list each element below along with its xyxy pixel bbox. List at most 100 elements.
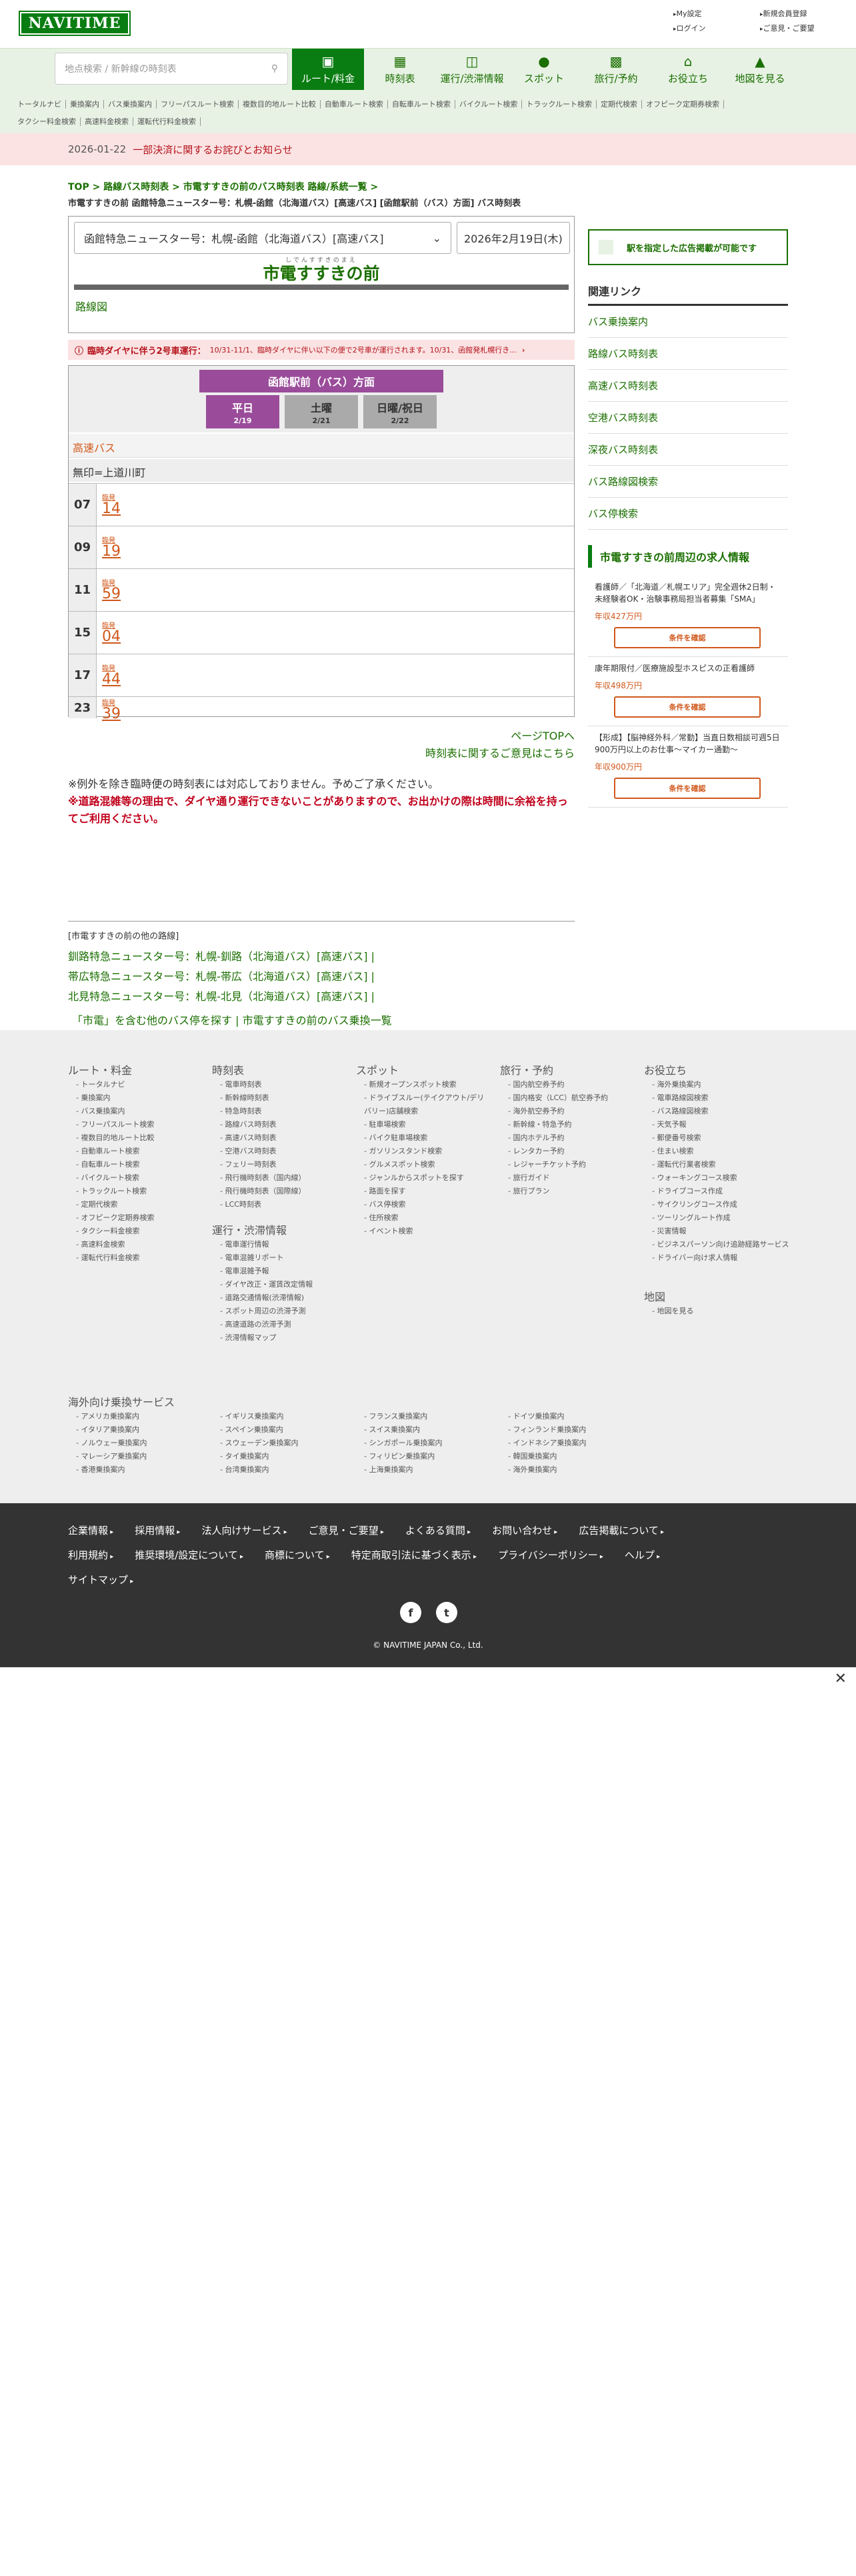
footer-link[interactable]: 渋滞情報マップ — [212, 1331, 345, 1345]
footer-link[interactable]: 飛行機時刻表（国際線） — [212, 1185, 345, 1198]
departure-link[interactable]: 臨発 44 — [102, 662, 121, 688]
departure-link[interactable]: 臨発 59 — [102, 577, 121, 602]
departure-link[interactable]: 臨発 19 — [102, 534, 121, 560]
ad-placement-button[interactable]: 駅を指定した広告掲載が可能です — [588, 229, 788, 265]
footer-link[interactable]: タクシー料金検索 — [68, 1225, 201, 1238]
bottom-link[interactable]: お問い合わせ — [492, 1525, 557, 1537]
footer-link[interactable]: トータルナビ — [68, 1078, 201, 1091]
footer-link[interactable]: 電車路線図検索 — [644, 1091, 791, 1105]
footer-link[interactable]: グルメスポット検索 — [356, 1158, 489, 1171]
departure-link[interactable]: 臨発 39 — [102, 697, 121, 722]
footer-link[interactable]: ドライブスルー(テイクアウト/デリバリー)店舗検索 — [356, 1091, 489, 1118]
overseas-link[interactable]: インドネシア乗換案内 — [500, 1437, 644, 1450]
sublink[interactable]: 定期代検索 — [597, 100, 643, 109]
sublink[interactable]: バス乗換案内 — [104, 100, 157, 109]
search-input[interactable]: 地点検索 / 新幹線の時刻表 ⚲ — [55, 53, 288, 85]
footer-link[interactable]: バス停検索 — [356, 1198, 489, 1211]
footer-link[interactable]: ドライバー向け求人情報 — [644, 1251, 791, 1265]
footer-link[interactable]: 高速バス時刻表 — [212, 1131, 345, 1145]
route-select[interactable]: 函館特急ニュースター号：札幌-函館（北海道バス）[高速バス] ⌄ — [74, 222, 451, 254]
transfer-list-link[interactable]: 市電すすきの前のバス乗換一覧 — [243, 1014, 392, 1027]
breadcrumb-bus-timetable[interactable]: 路線バス時刻表 — [103, 182, 169, 193]
footer-link[interactable]: 旅行プラン — [500, 1185, 633, 1198]
other-route-link[interactable]: 釧路特急ニュースター号：札幌-釧路（北海道バス）[高速バス] | — [68, 947, 575, 967]
date-select[interactable]: 2026年2月19日(木) — [457, 222, 570, 254]
footer-link[interactable]: 飛行機時刻表（国内線） — [212, 1171, 345, 1185]
footer-link[interactable]: レジャーチケット予約 — [500, 1158, 633, 1171]
footer-link[interactable]: 災害情報 — [644, 1225, 791, 1238]
footer-link[interactable]: 郵便番号検索 — [644, 1131, 791, 1145]
related-link[interactable]: バス路線図検索 — [588, 466, 788, 498]
footer-link[interactable]: 路面を探す — [356, 1185, 489, 1198]
footer-link[interactable]: 空港バス時刻表 — [212, 1145, 345, 1158]
overseas-link[interactable]: 海外乗換案内 — [500, 1463, 644, 1477]
nav-traffic-info[interactable]: ◫ 運行/渋滞情報 — [436, 49, 508, 90]
nav-map[interactable]: ▲ 地図を見る — [724, 49, 796, 90]
login-link[interactable]: ログイン — [673, 23, 760, 33]
footer-link[interactable]: 自転車ルート検索 — [68, 1158, 201, 1171]
footer-link[interactable]: 運転代行業者検索 — [644, 1158, 791, 1171]
bottom-link[interactable]: よくある質問 — [405, 1525, 471, 1537]
overseas-link[interactable]: 韓国乗換案内 — [500, 1450, 644, 1463]
footer-link[interactable]: 駐車場検索 — [356, 1118, 489, 1131]
bottom-link[interactable]: 推奨環境/設定について — [135, 1549, 243, 1561]
bottom-link[interactable]: 採用情報 — [135, 1525, 180, 1537]
sublink[interactable]: 自転車ルート検索 — [387, 100, 455, 109]
overseas-link[interactable]: 香港乗換案内 — [68, 1463, 212, 1477]
sublink[interactable]: トータルナビ — [13, 100, 66, 109]
overseas-link[interactable]: イギリス乗換案内 — [212, 1410, 356, 1423]
footer-link[interactable]: 電車混雑予報 — [212, 1265, 345, 1278]
footer-link[interactable]: バイク駐車場検索 — [356, 1131, 489, 1145]
navitime-logo[interactable]: NAVITIME — [19, 11, 131, 36]
footer-link[interactable]: レンタカー予約 — [500, 1145, 633, 1158]
sublink[interactable]: バイクルート検索 — [455, 100, 523, 109]
departure-link[interactable]: 臨発 04 — [102, 620, 121, 645]
bottom-link[interactable]: ご意見・ご要望 — [309, 1525, 384, 1537]
footer-link[interactable]: ジャンルからスポットを探す — [356, 1171, 489, 1185]
overseas-link[interactable]: 台湾乗換案内 — [212, 1463, 356, 1477]
footer-link[interactable]: 新幹線・特急予約 — [500, 1118, 633, 1131]
bottom-link[interactable]: 法人向けサービス — [201, 1525, 287, 1537]
footer-link[interactable]: 電車運行情報 — [212, 1238, 345, 1251]
bottom-link[interactable]: 商標について — [265, 1549, 330, 1561]
footer-link[interactable]: ウォーキングコース検索 — [644, 1171, 791, 1185]
route-map-link[interactable]: 路線図 — [75, 298, 107, 314]
sublink[interactable]: オフピーク定期券検索 — [642, 100, 725, 109]
footer-link[interactable]: 住まい検索 — [644, 1145, 791, 1158]
sublink[interactable]: 高速料金検索 — [81, 117, 133, 126]
close-icon[interactable]: ✕ — [835, 1670, 847, 1687]
footer-link[interactable]: 定期代検索 — [68, 1198, 201, 1211]
overseas-link[interactable]: シンガポール乗換案内 — [356, 1437, 500, 1450]
bottom-link[interactable]: 特定商取引法に基づく表示 — [351, 1549, 477, 1561]
nav-useful[interactable]: ⌂ お役立ち — [652, 49, 724, 90]
overseas-link[interactable]: ドイツ乗換案内 — [500, 1410, 644, 1423]
notice-text[interactable]: 一部決済に関するお詫びとお知らせ — [133, 143, 293, 157]
related-link[interactable]: 高速バス時刻表 — [588, 370, 788, 402]
breadcrumb-route-list[interactable]: 市電すすきの前のバス時刻表 路線/系統一覧 — [183, 182, 367, 193]
footer-link[interactable]: ダイヤ改正・運賃改定情報 — [212, 1278, 345, 1291]
related-link[interactable]: 路線バス時刻表 — [588, 338, 788, 370]
footer-link[interactable]: 国内ホテル予約 — [500, 1131, 633, 1145]
sublink[interactable]: 自動車ルート検索 — [320, 100, 388, 109]
facebook-icon[interactable]: f — [400, 1602, 421, 1623]
overseas-link[interactable]: スペイン乗換案内 — [212, 1423, 356, 1437]
bottom-link[interactable]: プライバシーポリシー — [498, 1549, 603, 1561]
footer-link[interactable]: 海外航空券予約 — [500, 1105, 633, 1118]
overseas-link[interactable]: アメリカ乗換案内 — [68, 1410, 212, 1423]
job-details-button[interactable]: 条件を確認 — [614, 696, 761, 718]
bottom-link[interactable]: 企業情報 — [68, 1525, 113, 1537]
footer-link[interactable]: 住所検索 — [356, 1211, 489, 1225]
footer-link[interactable]: スポット周辺の渋滞予測 — [212, 1305, 345, 1318]
footer-link[interactable]: フェリー時刻表 — [212, 1158, 345, 1171]
bottom-link[interactable]: 利用規約 — [68, 1549, 113, 1561]
tab-saturday[interactable]: 土曜 2/21 — [285, 395, 358, 428]
footer-link[interactable]: 路線バス時刻表 — [212, 1118, 345, 1131]
overseas-link[interactable]: ノルウェー乗換案内 — [68, 1437, 212, 1450]
tab-sunday-holiday[interactable]: 日曜/祝日 2/22 — [363, 395, 437, 428]
other-route-link[interactable]: 北見特急ニュースター号：札幌-北見（北海道バス）[高速バス] | — [68, 987, 575, 1007]
timetable-feedback-link[interactable]: 時刻表に関するご意見はこちら — [425, 745, 575, 762]
footer-link[interactable]: 国内航空券予約 — [500, 1078, 633, 1091]
footer-link[interactable]: 複数目的地ルート比較 — [68, 1131, 201, 1145]
job-details-button[interactable]: 条件を確認 — [614, 627, 761, 648]
related-link[interactable]: バス停検索 — [588, 498, 788, 530]
